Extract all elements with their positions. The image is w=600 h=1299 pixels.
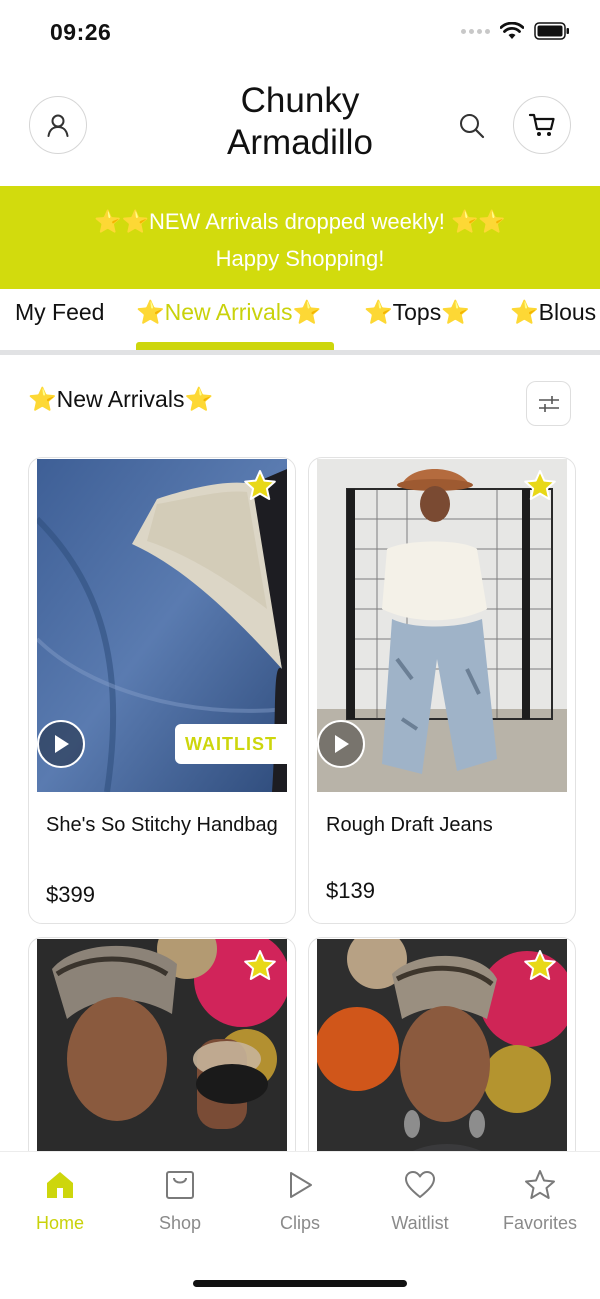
brand-title-line1: Chunky: [240, 81, 360, 120]
brand-title: Chunky Armadillo: [150, 80, 450, 164]
product-card[interactable]: [308, 937, 576, 1177]
search-button[interactable]: [452, 106, 492, 146]
product-image[interactable]: [37, 939, 287, 1176]
home-indicator[interactable]: [193, 1280, 407, 1287]
status-bar: 09:26: [0, 0, 600, 66]
filter-button[interactable]: [526, 381, 571, 426]
active-tab-indicator: [136, 342, 334, 350]
section-title: ⭐New Arrivals⭐: [28, 386, 214, 412]
waitlist-badge: WAITLIST: [175, 724, 287, 764]
favorite-star-icon[interactable]: [523, 469, 557, 503]
brand-title-line2: Armadillo: [227, 123, 373, 162]
product-name[interactable]: She's So Stitchy Handbag: [46, 810, 281, 841]
play-icon: [55, 735, 69, 753]
product-image[interactable]: [317, 939, 567, 1176]
app-header: Chunky Armadillo: [0, 66, 600, 186]
cart-button[interactable]: [513, 96, 571, 154]
nav-clips[interactable]: Clips: [240, 1168, 360, 1234]
product-price: $399: [46, 882, 95, 907]
play-video-button[interactable]: [317, 720, 365, 768]
banner-line1: ⭐⭐NEW Arrivals dropped weekly! ⭐⭐: [94, 209, 506, 234]
banner-line2: Happy Shopping!: [215, 246, 385, 271]
tab-my-feed[interactable]: My Feed: [15, 299, 104, 326]
favorite-star-icon[interactable]: [243, 469, 277, 503]
category-tabs: My Feed ⭐New Arrivals⭐ ⭐Tops⭐ ⭐Blous: [0, 289, 600, 355]
nav-shop[interactable]: Shop: [120, 1168, 240, 1234]
nav-waitlist-label: Waitlist: [391, 1213, 449, 1233]
profile-button[interactable]: [29, 96, 87, 154]
shop-bag-icon: [166, 1171, 194, 1199]
product-image[interactable]: [317, 459, 567, 792]
product-price: $139: [326, 878, 375, 903]
product-card[interactable]: Rough Draft Jeans $139: [308, 457, 576, 924]
product-card[interactable]: [28, 937, 296, 1177]
tab-blouses[interactable]: ⭐Blous: [510, 299, 596, 326]
user-icon: [47, 114, 69, 137]
status-icons: [461, 22, 570, 40]
nav-home[interactable]: Home: [0, 1168, 120, 1234]
nav-shop-label: Shop: [158, 1213, 202, 1233]
wifi-icon: [500, 22, 524, 39]
cart-icon: [528, 113, 555, 136]
nav-favorites-label: Favorites: [502, 1213, 578, 1233]
favorite-star-icon[interactable]: [243, 949, 277, 983]
favorite-star-icon[interactable]: [523, 949, 557, 983]
search-icon: [460, 114, 485, 139]
product-image[interactable]: WAITLIST: [37, 459, 287, 792]
bottom-navigation: Home Shop Clips Waitlist Favorites: [0, 1151, 600, 1299]
play-icon: [335, 735, 349, 753]
product-name[interactable]: Rough Draft Jeans: [326, 810, 561, 841]
nav-home-label: Home: [35, 1213, 84, 1233]
tab-tops[interactable]: ⭐Tops⭐: [364, 299, 470, 326]
star-icon: [525, 1170, 555, 1199]
product-card[interactable]: WAITLIST She's So Stitchy Handbag $399: [28, 457, 296, 924]
home-icon: [47, 1172, 73, 1198]
promo-banner: ⭐⭐NEW Arrivals dropped weekly! ⭐⭐ Happy …: [0, 186, 600, 289]
nav-waitlist[interactable]: Waitlist: [360, 1168, 480, 1234]
filter-sliders-icon: [538, 395, 559, 412]
nav-clips-label: Clips: [279, 1213, 320, 1233]
play-icon: [290, 1172, 312, 1198]
tab-new-arrivals[interactable]: ⭐New Arrivals⭐: [136, 299, 321, 326]
play-video-button[interactable]: [37, 720, 85, 768]
heart-icon: [405, 1171, 435, 1198]
battery-icon: [534, 22, 569, 40]
signal-icon: [461, 28, 490, 34]
status-time: 09:26: [50, 19, 112, 45]
nav-favorites[interactable]: Favorites: [480, 1168, 600, 1234]
